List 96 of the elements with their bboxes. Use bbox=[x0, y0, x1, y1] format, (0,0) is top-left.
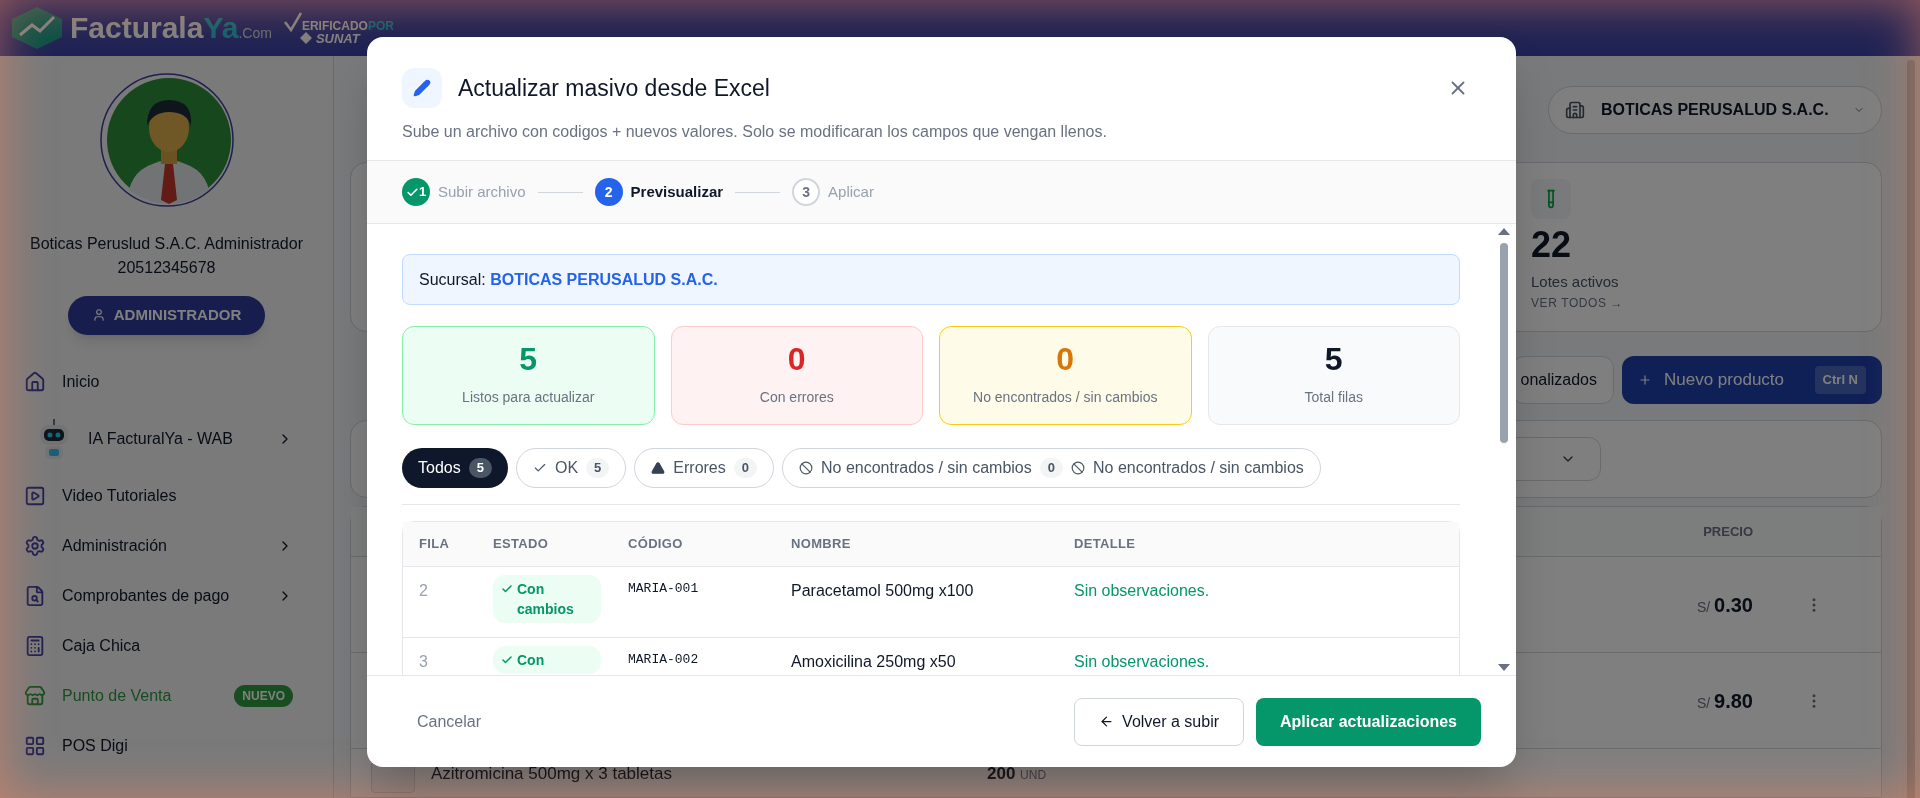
warning-icon bbox=[651, 461, 666, 475]
menu-icon bbox=[24, 684, 46, 707]
table-cell: 3 bbox=[403, 638, 477, 675]
count-badge: 5 bbox=[586, 458, 610, 478]
sidebar-item[interactable]: Comprobantes de pago bbox=[24, 576, 293, 615]
profile-id: 20512345678 bbox=[117, 258, 216, 278]
branch-text: Sucursal: BOTICAS PERUSALUD S.A.C. bbox=[419, 269, 718, 290]
filter-chip[interactable]: Todos 5 bbox=[402, 448, 508, 488]
column-header: FILA bbox=[403, 522, 477, 567]
column-header: PRECIO bbox=[1703, 522, 1753, 541]
stat-value: 22 bbox=[1531, 227, 1572, 263]
plus-icon bbox=[1638, 373, 1652, 387]
summary-label: No encontrados / sin cambios bbox=[973, 388, 1158, 407]
profile-name: Boticas Peruslud S.A.C. Administrador bbox=[30, 234, 303, 254]
new-product-button[interactable]: Nuevo producto Ctrl N bbox=[1622, 356, 1882, 404]
menu-label: Administración bbox=[62, 535, 168, 556]
filter-suffix: No encontrados / sin cambios bbox=[1093, 458, 1304, 478]
summary-value: 5 bbox=[519, 343, 538, 375]
step-label: Subir archivo bbox=[438, 181, 526, 202]
menu-icon bbox=[24, 584, 46, 607]
user-icon bbox=[91, 308, 106, 323]
menu-label: Video Tutoriales bbox=[62, 485, 178, 506]
menu-icon bbox=[24, 484, 46, 507]
status-badge: Con bbox=[493, 646, 601, 674]
price-cell-text: S/ 0.30 bbox=[1696, 592, 1753, 618]
verified-label: ERIFICADOPOR bbox=[301, 19, 394, 32]
apply-button[interactable]: Aplicar actualizaciones bbox=[1256, 697, 1481, 746]
column-header: DETALLE bbox=[1058, 522, 1459, 567]
count-badge: 0 bbox=[1039, 458, 1063, 478]
summary-value: 0 bbox=[1056, 343, 1075, 375]
step-label: Previsualizar bbox=[630, 181, 724, 202]
menu-label: Inicio bbox=[62, 371, 101, 392]
check-icon bbox=[501, 583, 513, 595]
menu-label: POS Digi bbox=[62, 735, 129, 756]
table-cell: 2 bbox=[403, 567, 477, 638]
summary-value: 0 bbox=[787, 343, 806, 375]
table-cell: Sin observaciones. bbox=[1058, 567, 1459, 638]
menu-label: Punto de Venta bbox=[62, 685, 173, 706]
status-badge: Con cambios bbox=[493, 575, 601, 623]
filter-chip[interactable]: Errores 0 bbox=[634, 448, 774, 488]
step-number: 2 bbox=[594, 178, 623, 206]
sidebar-item[interactable]: IA FacturalYa - WAB bbox=[24, 412, 293, 465]
back-button[interactable]: Volver a subir bbox=[1074, 697, 1245, 746]
code-cell: MARIA-001 bbox=[612, 567, 775, 638]
step-number: 3 bbox=[792, 178, 821, 206]
filter-chip[interactable]: OK 5 bbox=[515, 448, 627, 488]
building-icon bbox=[1565, 100, 1585, 120]
stock-cell-text: 200 UND bbox=[987, 763, 1047, 785]
dialog-subtitle: Sube un archivo con codigos + nuevos valores. Solo se modificaran los campos que vengan llenos. bbox=[402, 122, 1108, 142]
menu-icon bbox=[24, 370, 46, 393]
view-all-link[interactable]: VER TODOS → bbox=[1531, 293, 1624, 312]
menu-icon bbox=[24, 634, 46, 657]
sidebar-item[interactable]: Administración bbox=[24, 526, 293, 565]
summary-label: Con errores bbox=[759, 388, 834, 407]
menu-label: Comprobantes de pago bbox=[62, 585, 231, 606]
menu-label: IA FacturalYa - WAB bbox=[88, 428, 234, 449]
check-icon bbox=[283, 11, 302, 32]
summary-value: 5 bbox=[1324, 343, 1343, 375]
product-name: Azitromicina 500mg x 3 tabletas bbox=[431, 763, 673, 785]
role-button[interactable]: ADMINISTRADOR bbox=[67, 296, 266, 335]
stat-label: Lotes activos bbox=[1531, 272, 1619, 292]
table-cell: Paracetamol 500mg x100 bbox=[775, 567, 1058, 638]
ban-icon bbox=[799, 461, 813, 475]
cancel-button[interactable]: Cancelar bbox=[417, 709, 482, 734]
table-cell: Amoxicilina 250mg x50 bbox=[775, 638, 1058, 675]
menu-icon bbox=[24, 734, 46, 757]
column-header: NOMBRE bbox=[775, 522, 1058, 567]
price-cell-text: S/ 9.80 bbox=[1696, 688, 1753, 714]
diamond-icon bbox=[299, 32, 312, 44]
step-label: Aplicar bbox=[828, 181, 874, 202]
ban-icon bbox=[1071, 461, 1085, 475]
check-icon bbox=[501, 654, 513, 666]
sunat-label: SUNAT bbox=[315, 31, 360, 45]
filter-chip[interactable]: No encontrados / sin cambios 0 No encontrados / sin cambios bbox=[782, 448, 1321, 488]
check-icon bbox=[532, 461, 547, 475]
sidebar-item[interactable]: Punto de Venta NUEVO bbox=[24, 676, 293, 715]
count-badge: 0 bbox=[733, 458, 757, 478]
sidebar-item[interactable]: Inicio bbox=[24, 362, 293, 401]
sidebar-item[interactable]: POS Digi bbox=[24, 726, 293, 765]
dialog-title: Actualizar masivo desde Excel bbox=[458, 73, 771, 103]
summary-label: Listos para actualizar bbox=[462, 388, 595, 407]
column-header: ESTADO bbox=[477, 522, 612, 567]
pencil-icon bbox=[402, 68, 442, 108]
count-badge: 5 bbox=[468, 458, 492, 478]
new-badge: NUEVO bbox=[234, 684, 293, 707]
summary-label: Total filas bbox=[1304, 388, 1363, 407]
brand-logo-text: FacturalaYa.Com bbox=[70, 13, 272, 43]
test-tube-icon bbox=[1531, 179, 1571, 219]
column-header: CÓDIGO bbox=[612, 522, 775, 567]
sidebar-item[interactable]: Video Tutoriales bbox=[24, 476, 293, 515]
menu-label: Caja Chica bbox=[62, 635, 142, 656]
company-selector[interactable]: BOTICAS PERUSALUD S.A.C. bbox=[1548, 86, 1882, 134]
code-cell: MARIA-002 bbox=[612, 638, 775, 675]
check-icon bbox=[405, 185, 419, 199]
menu-icon bbox=[24, 534, 46, 557]
sidebar-item[interactable]: Caja Chica bbox=[24, 626, 293, 665]
